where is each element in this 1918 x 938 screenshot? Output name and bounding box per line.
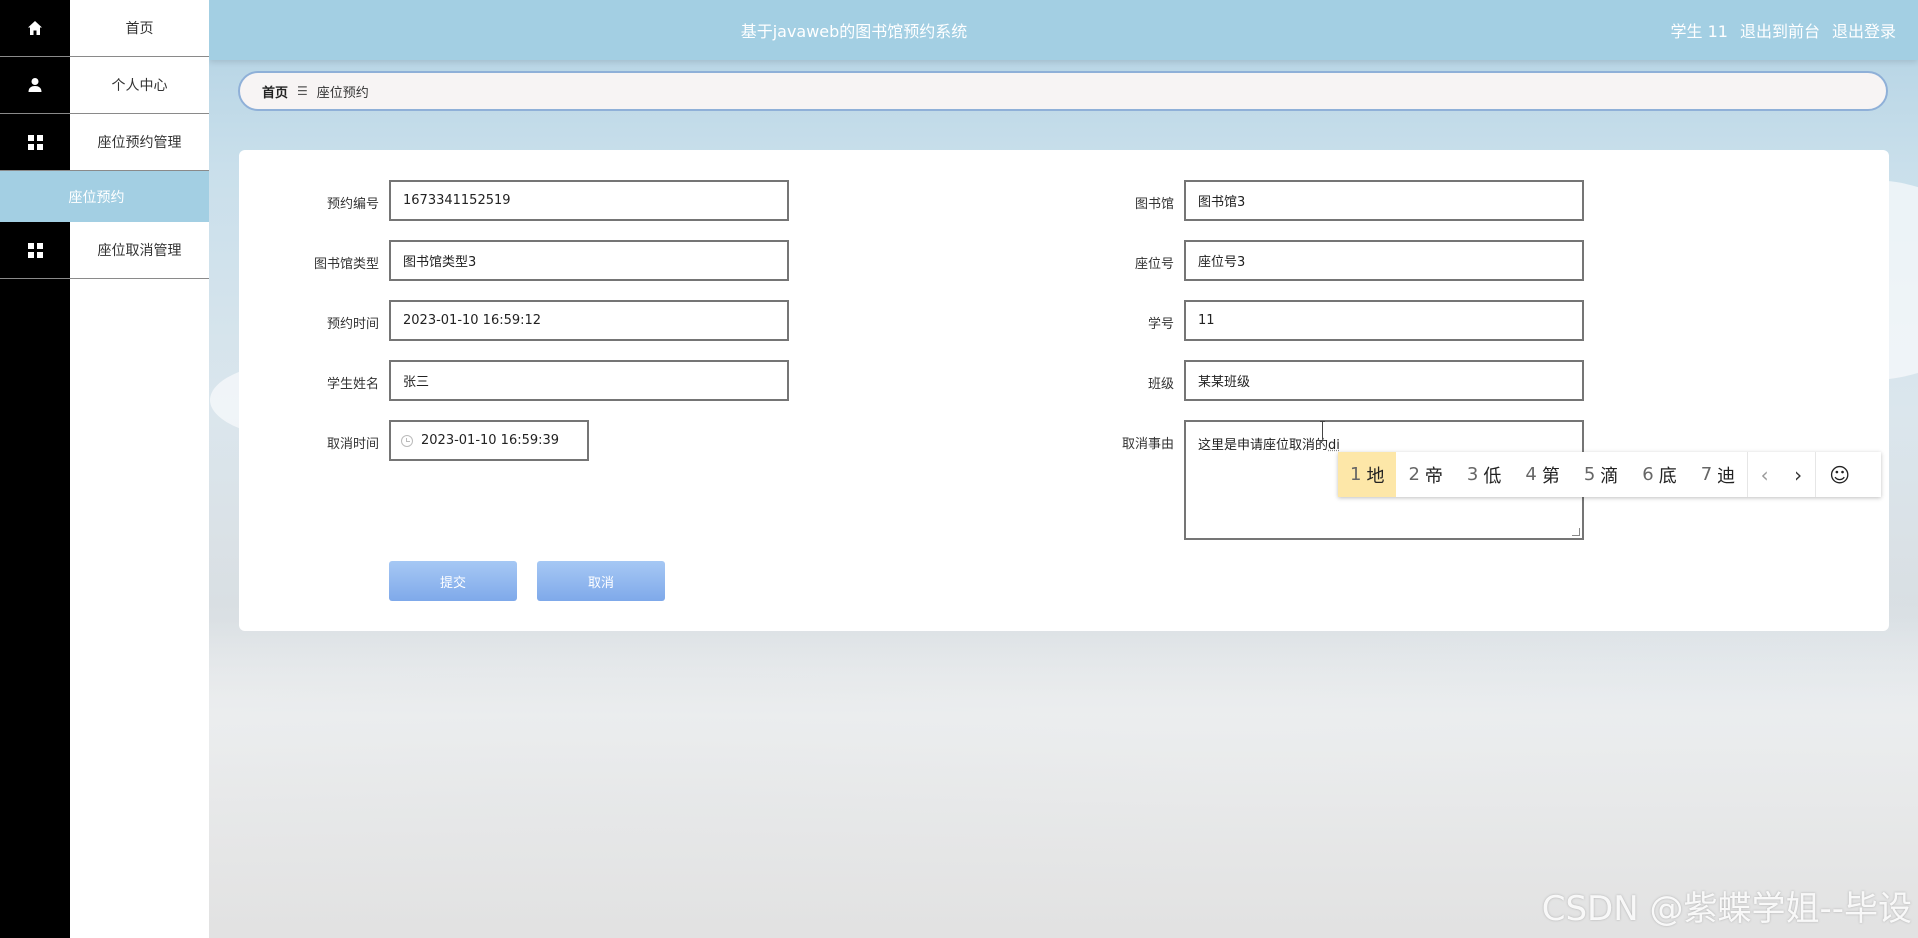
class-label: 班级 — [1147, 377, 1174, 392]
sidebar: 首页 个人中心 座位预约管理 座位取消管理 — [0, 0, 209, 938]
student-name-input[interactable] — [389, 360, 789, 401]
grid-icon — [0, 114, 70, 170]
back-to-front-link[interactable]: 退出到前台 — [1740, 18, 1820, 42]
emoji-icon[interactable]: ☺ — [1815, 452, 1863, 497]
reserve-time-input[interactable] — [389, 300, 789, 341]
ime-candidate[interactable]: 5滴 — [1572, 452, 1630, 497]
sidebar-item-seat-cancel-manage[interactable]: 座位取消管理 — [0, 222, 209, 279]
reservation-no-label: 预约编号 — [326, 197, 379, 212]
grid-icon — [0, 222, 70, 278]
breadcrumb-current: 座位预约 — [316, 85, 369, 101]
watermark: CSDN @紫蝶学姐--毕设 — [1541, 889, 1912, 929]
resize-handle-icon[interactable] — [1572, 528, 1580, 536]
library-label: 图书馆 — [1134, 197, 1174, 212]
text-cursor-icon — [1320, 421, 1326, 441]
student-name-label: 学生姓名 — [326, 377, 379, 392]
ime-candidate-bar: 1地 2帝 3低 4第 5滴 6底 7迪 ‹ › ☺ — [1338, 452, 1881, 497]
cancel-time-picker[interactable]: 2023-01-10 16:59:39 — [389, 420, 589, 461]
sidebar-item-profile[interactable]: 个人中心 — [0, 57, 209, 114]
logout-link[interactable]: 退出登录 — [1832, 18, 1896, 42]
ime-next-page-icon[interactable]: › — [1781, 452, 1815, 497]
user-area: 学生 11 退出到前台 退出登录 — [1671, 0, 1896, 60]
cancel-time-label: 取消时间 — [326, 437, 379, 452]
ime-candidate[interactable]: 2帝 — [1396, 452, 1454, 497]
sidebar-item-label: 座位预约管理 — [97, 135, 182, 151]
breadcrumb-separator-icon: ☰ — [297, 84, 308, 98]
ime-composition-text: di — [1328, 438, 1340, 453]
ime-candidate[interactable]: 4第 — [1513, 452, 1571, 497]
app-title: 基于javaweb的图书馆预约系统 — [740, 22, 968, 41]
clock-icon — [401, 434, 413, 447]
breadcrumb: 首页 ☰ 座位预约 — [238, 71, 1888, 111]
ime-prev-page-icon[interactable]: ‹ — [1747, 452, 1781, 497]
sidebar-item-seat-reservation-manage[interactable]: 座位预约管理 — [0, 114, 209, 171]
current-user-label: 学生 11 — [1670, 22, 1728, 41]
cancel-reason-text: 这里是申请座位取消的 — [1198, 438, 1329, 453]
sidebar-subitem-seat-reservation[interactable]: 座位预约 — [0, 171, 209, 222]
sidebar-item-label: 首页 — [125, 21, 154, 37]
library-input[interactable] — [1184, 180, 1584, 221]
reserve-time-label: 预约时间 — [326, 317, 379, 332]
reservation-no-input[interactable] — [389, 180, 789, 221]
breadcrumb-home[interactable]: 首页 — [262, 82, 288, 101]
submit-button[interactable]: 提交 — [389, 561, 517, 601]
form-card: 预约编号 图书馆类型 预约时间 学生姓名 取消时间 2023-01-10 16:… — [239, 150, 1889, 631]
library-type-input[interactable] — [389, 240, 789, 281]
sidebar-item-label: 个人中心 — [111, 78, 168, 94]
home-icon — [0, 0, 70, 56]
ime-candidate[interactable]: 1地 — [1338, 452, 1397, 497]
ime-candidate[interactable]: 7迪 — [1689, 452, 1747, 497]
class-input[interactable] — [1184, 360, 1584, 401]
cancel-time-value: 2023-01-10 16:59:39 — [421, 433, 560, 448]
cancel-reason-label: 取消事由 — [1121, 437, 1174, 452]
sidebar-item-home[interactable]: 首页 — [0, 0, 209, 57]
cancel-button[interactable]: 取消 — [537, 561, 665, 601]
seat-no-label: 座位号 — [1134, 257, 1174, 272]
user-icon — [0, 57, 70, 113]
top-header: 基于javaweb的图书馆预约系统 学生 11 退出到前台 退出登录 — [209, 0, 1918, 60]
library-type-label: 图书馆类型 — [313, 257, 379, 272]
ime-candidate[interactable]: 6底 — [1630, 452, 1688, 497]
seat-no-input[interactable] — [1184, 240, 1584, 281]
student-no-input[interactable] — [1184, 300, 1584, 341]
sidebar-item-label: 座位取消管理 — [97, 243, 182, 259]
ime-candidate[interactable]: 3低 — [1455, 452, 1513, 497]
student-no-label: 学号 — [1147, 317, 1174, 332]
